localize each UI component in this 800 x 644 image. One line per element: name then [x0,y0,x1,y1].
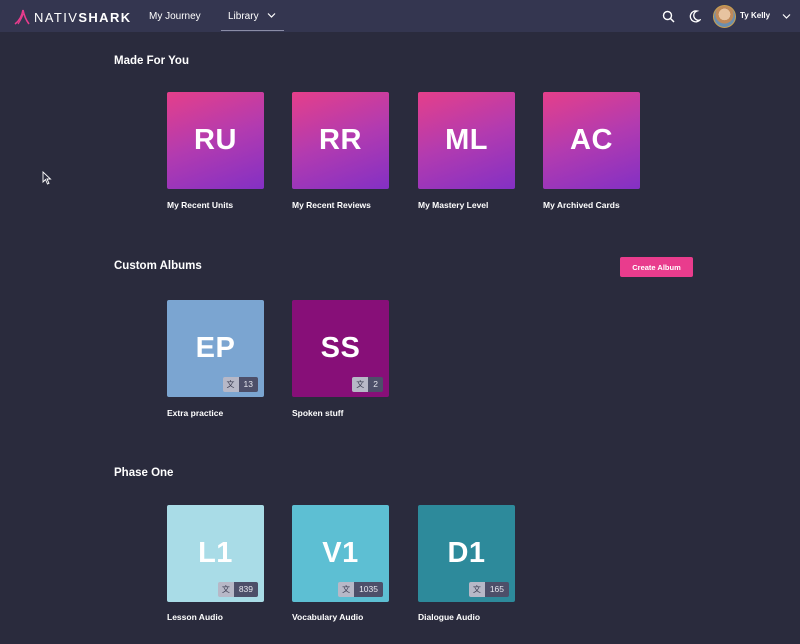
user-name[interactable]: Ty Kelly [740,11,770,20]
album-tile-recent-units[interactable]: RU [167,92,264,189]
mouse-pointer-icon [42,171,52,185]
search-icon[interactable] [662,10,675,23]
section-title-phase-one: Phase One [114,467,174,479]
nav-library[interactable]: Library [221,0,284,31]
album-tile-extra-practice[interactable]: EP 文 13 [167,300,264,397]
top-navigation-bar: NATIVSHARK My Journey Library Ty Kelly [0,0,800,32]
card-count: 13 [238,377,258,392]
card-count: 165 [484,582,509,597]
tile-initials: RR [319,124,362,156]
tile-initials: SS [320,332,361,364]
moon-icon[interactable] [689,10,701,23]
card-count: 839 [233,582,258,597]
album-label[interactable]: Extra practice [167,408,223,418]
language-icon: 文 [468,582,485,597]
tile-initials: V1 [322,537,359,569]
album-tile-vocabulary-audio[interactable]: V1 文 1035 [292,505,389,602]
album-label[interactable]: Spoken stuff [292,408,343,418]
album-label[interactable]: My Archived Cards [543,200,620,210]
album-tile-spoken-stuff[interactable]: SS 文 2 [292,300,389,397]
album-label[interactable]: My Recent Reviews [292,200,371,210]
album-label[interactable]: Dialogue Audio [418,612,480,622]
album-tile-dialogue-audio[interactable]: D1 文 165 [418,505,515,602]
card-count-badge: 文 839 [217,582,258,597]
nav-my-journey[interactable]: My Journey [149,0,201,32]
card-count-badge: 文 2 [352,377,383,392]
tile-initials: AC [570,124,613,156]
card-count-badge: 文 1035 [338,582,383,597]
language-icon: 文 [222,377,239,392]
logo-prefix: NATIV [34,9,79,25]
album-label[interactable]: Vocabulary Audio [292,612,363,622]
nativshark-logo[interactable]: NATIVSHARK [14,8,132,26]
chevron-down-icon [267,13,276,18]
album-label[interactable]: Lesson Audio [167,612,223,622]
album-tile-lesson-audio[interactable]: L1 文 839 [167,505,264,602]
album-tile-recent-reviews[interactable]: RR [292,92,389,189]
section-title-custom-albums: Custom Albums [114,260,202,272]
card-count-badge: 文 165 [468,582,509,597]
card-count-badge: 文 13 [222,377,258,392]
card-count: 1035 [354,582,383,597]
album-tile-archived-cards[interactable]: AC [543,92,640,189]
create-album-button[interactable]: Create Album [620,257,693,277]
card-count: 2 [368,377,383,392]
nav-library-label: Library [228,11,259,22]
logo-suffix: SHARK [78,9,132,25]
language-icon: 文 [338,582,355,597]
tile-initials: RU [194,124,237,156]
language-icon: 文 [352,377,369,392]
tile-initials: D1 [447,537,486,569]
album-label[interactable]: My Mastery Level [418,200,488,210]
album-tile-mastery-level[interactable]: ML [418,92,515,189]
album-label[interactable]: My Recent Units [167,200,233,210]
tile-initials: ML [445,124,488,156]
user-avatar[interactable] [713,5,736,28]
section-title-made-for-you: Made For You [114,55,189,67]
chevron-down-icon[interactable] [782,13,791,20]
language-icon: 文 [217,582,234,597]
tile-initials: L1 [198,537,233,569]
tile-initials: EP [195,332,236,364]
shark-fin-icon [14,9,30,25]
